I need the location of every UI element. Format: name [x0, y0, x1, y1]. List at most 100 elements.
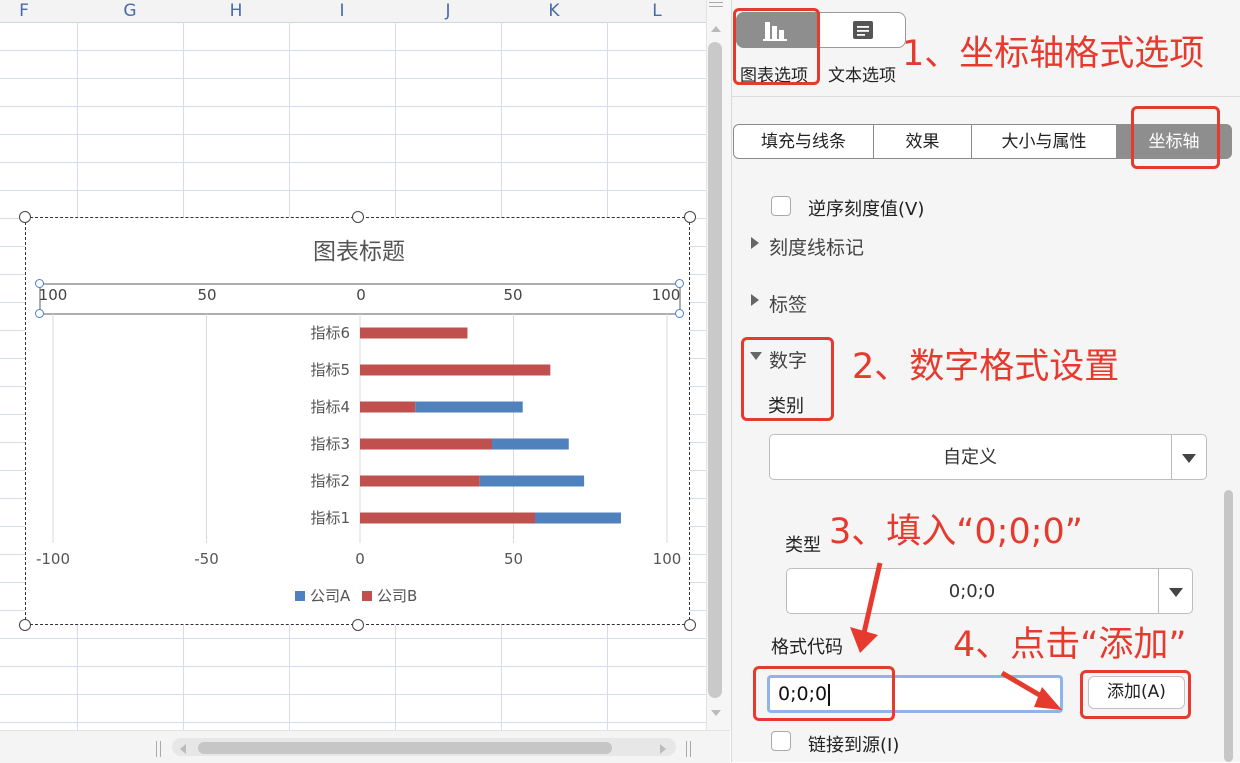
scroll-up-icon[interactable]	[711, 26, 721, 32]
x-axis-tick-label: 0	[355, 550, 365, 568]
grid-line	[0, 190, 706, 191]
bar[interactable]	[492, 438, 569, 450]
grid-line	[0, 638, 706, 639]
annotation-step1: 1、坐标轴格式选项	[902, 34, 1205, 74]
x-axis-tick-label: -50	[194, 550, 219, 568]
chart-object[interactable]: 图表标题 100 50 0 50 100 -100 -50 0 50 100 指标1 指标2…	[25, 217, 690, 625]
highlight-add-button	[1080, 670, 1191, 719]
column-header-h[interactable]: H	[184, 0, 288, 22]
text-lines-icon	[853, 21, 873, 39]
resize-handle-bl[interactable]	[19, 619, 31, 631]
link-source-label[interactable]: 链接到源(I)	[808, 731, 899, 757]
top-axis-tick: 100	[39, 286, 68, 304]
annotation-arrows	[850, 562, 1062, 710]
subtab-effects[interactable]: 效果	[873, 124, 972, 159]
grid-line	[0, 722, 706, 723]
expand-arrow-icon[interactable]	[751, 294, 759, 306]
annotation-step3: 3、填入“0;0;0”	[829, 512, 1083, 552]
x-axis-tick-label: -100	[36, 550, 70, 568]
scroll-grip	[160, 741, 161, 757]
tab-text-options-label[interactable]: 文本选项	[828, 61, 896, 86]
panel-scroll-thumb[interactable]	[1224, 490, 1233, 762]
scroll-grip	[709, 2, 723, 3]
type-label: 类型	[785, 535, 821, 556]
reverse-ticks-checkbox[interactable]	[771, 196, 791, 216]
bar[interactable]	[360, 327, 468, 339]
arrow-right-head	[1034, 687, 1062, 710]
column-header-f[interactable]: F	[0, 0, 48, 22]
resize-handle-tr[interactable]	[684, 211, 696, 223]
top-axis-tick: 50	[197, 286, 216, 304]
axis-handle-tl[interactable]	[35, 279, 44, 288]
column-header-k[interactable]: K	[502, 0, 606, 22]
axis-handle-bl[interactable]	[35, 309, 44, 318]
tab-text-options[interactable]	[818, 12, 906, 48]
bar[interactable]	[360, 401, 416, 413]
axis-handle-br[interactable]	[675, 309, 684, 318]
bar[interactable]	[360, 475, 480, 487]
select-divider	[1158, 569, 1159, 613]
chart-title[interactable]: 图表标题	[313, 239, 405, 265]
category-label: 指标6	[310, 324, 350, 342]
highlight-chart-options	[733, 8, 820, 85]
grid-line	[0, 694, 706, 695]
scroll-grip	[709, 6, 723, 7]
bar[interactable]	[534, 512, 621, 524]
subtab-fill-line[interactable]: 填充与线条	[733, 124, 874, 159]
scroll-left-icon[interactable]	[180, 744, 186, 754]
bar-chart: 图表标题 100 50 0 50 100 -100 -50 0 50 100 指标1 指标2…	[36, 239, 682, 605]
annotation-step2: 2、数字格式设置	[852, 347, 1120, 387]
section-labels[interactable]: 标签	[769, 290, 807, 317]
grid-line	[0, 78, 706, 79]
category-select[interactable]: 自定义	[769, 434, 1207, 480]
scroll-grip	[686, 741, 687, 757]
resize-handle-t[interactable]	[352, 211, 364, 223]
expand-arrow-icon[interactable]	[751, 237, 759, 249]
link-source-checkbox[interactable]	[771, 731, 791, 751]
resize-handle-b[interactable]	[352, 619, 364, 631]
reverse-ticks-label[interactable]: 逆序刻度值(V)	[808, 195, 924, 221]
axis-handle-tr[interactable]	[675, 279, 684, 288]
bar[interactable]	[360, 438, 493, 450]
subtab-size-properties[interactable]: 大小与属性	[971, 124, 1117, 159]
category-label: 指标4	[310, 398, 350, 416]
highlight-number-section	[741, 337, 834, 421]
grid-line	[0, 50, 706, 51]
resize-handle-br[interactable]	[684, 619, 696, 631]
section-tick-marks[interactable]: 刻度线标记	[769, 233, 864, 260]
x-axis-tick-label: 100	[653, 550, 682, 568]
top-axis-tick: 50	[503, 286, 522, 304]
grid-line	[0, 134, 706, 135]
scroll-grip	[690, 741, 691, 757]
select-divider	[1171, 435, 1172, 479]
scroll-grip	[156, 741, 157, 757]
arrow-down-shaft	[861, 562, 883, 634]
spreadsheet-area[interactable]: F G H I J K L 图表标题 100 50 0 50 100 -100 -…	[0, 0, 706, 762]
column-header-j[interactable]: J	[396, 0, 500, 22]
chevron-down-icon[interactable]	[1182, 454, 1196, 463]
grid-line	[0, 106, 706, 107]
bar[interactable]	[479, 475, 585, 487]
top-axis-tick: 100	[652, 286, 681, 304]
scroll-right-icon[interactable]	[660, 744, 666, 754]
sheet-vertical-scroll-thumb[interactable]	[708, 42, 722, 698]
resize-handle-tl[interactable]	[19, 211, 31, 223]
category-label: 指标1	[310, 509, 350, 527]
chevron-down-icon[interactable]	[1169, 588, 1183, 597]
x-axis-tick-label: 50	[504, 550, 523, 568]
bar[interactable]	[415, 401, 523, 413]
scroll-down-icon[interactable]	[711, 710, 721, 716]
column-header-i[interactable]: I	[290, 0, 394, 22]
category-label: 指标2	[310, 472, 350, 490]
legend-swatch-a	[295, 591, 305, 601]
top-axis-tick: 0	[356, 286, 366, 304]
bar[interactable]	[360, 512, 535, 524]
grid-line	[0, 666, 706, 667]
column-header-l[interactable]: L	[608, 0, 706, 22]
horizontal-scroll-thumb[interactable]	[198, 742, 612, 754]
category-select-value: 自定义	[943, 447, 997, 468]
bar[interactable]	[360, 364, 551, 376]
column-header-g[interactable]: G	[78, 0, 182, 22]
legend-label-b: 公司B	[377, 587, 417, 605]
category-label: 指标5	[310, 361, 350, 379]
